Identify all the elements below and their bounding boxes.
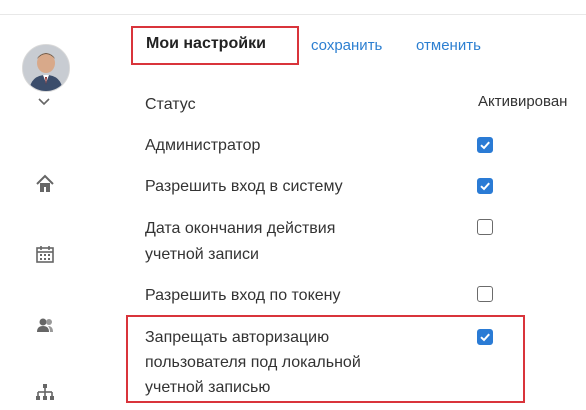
- status-label: Статус: [145, 96, 196, 113]
- home-icon[interactable]: [34, 173, 56, 195]
- top-bar: [0, 0, 586, 15]
- avatar[interactable]: [22, 44, 70, 92]
- admin-checkbox[interactable]: [477, 137, 493, 153]
- deny-local-auth-label-line2: пользователя под локальной: [145, 354, 361, 371]
- page-title: Мои настройки: [146, 35, 266, 52]
- deny-local-auth-label-line1: Запрещать авторизацию: [145, 329, 330, 346]
- admin-label: Администратор: [145, 137, 261, 154]
- cancel-link[interactable]: отменить: [416, 37, 481, 54]
- chevron-down-icon[interactable]: [36, 94, 52, 106]
- deny-local-auth-checkbox[interactable]: [477, 329, 493, 345]
- expiry-label-line1: Дата окончания действия: [145, 220, 336, 237]
- status-value: Активирован: [478, 93, 568, 110]
- save-link[interactable]: сохранить: [311, 37, 382, 54]
- users-icon[interactable]: [34, 314, 56, 336]
- calendar-icon[interactable]: [34, 243, 56, 265]
- token-login-label: Разрешить вход по токену: [145, 287, 341, 304]
- deny-local-auth-label-line3: учетной записью: [145, 379, 271, 396]
- expiry-label-line2: учетной записи: [145, 246, 259, 263]
- org-chart-icon[interactable]: [34, 382, 56, 404]
- allow-login-label: Разрешить вход в систему: [145, 178, 343, 195]
- allow-login-checkbox[interactable]: [477, 178, 493, 194]
- token-login-checkbox[interactable]: [477, 286, 493, 302]
- expiry-checkbox[interactable]: [477, 219, 493, 235]
